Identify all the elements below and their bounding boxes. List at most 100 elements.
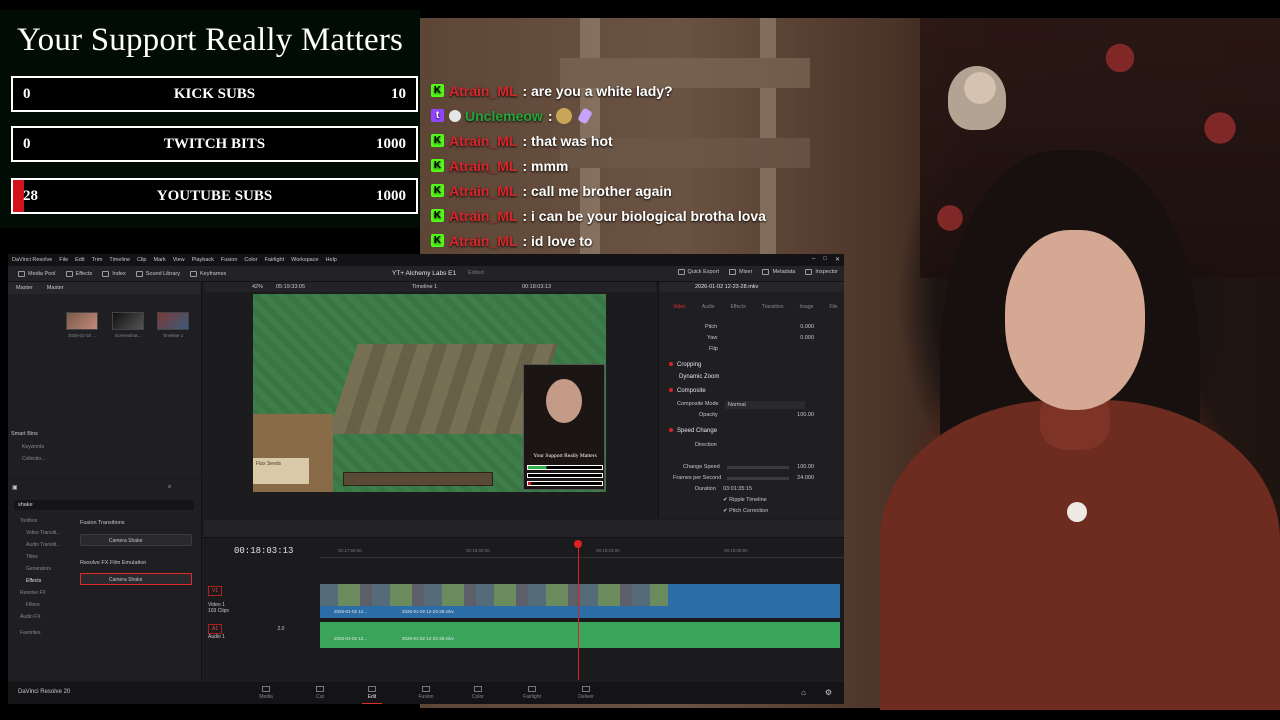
timeline-name[interactable]: Timeline 1 <box>412 284 437 290</box>
tab-transition[interactable]: Transition <box>762 304 784 310</box>
menu-mark[interactable]: Mark <box>154 257 166 263</box>
goal-max: 1000 <box>376 136 406 152</box>
menu-workspace[interactable]: Workspace <box>291 257 318 263</box>
playhead[interactable] <box>578 542 579 680</box>
fx-nav-audio-transitions[interactable]: Audio Transiti... <box>26 542 60 548</box>
minimize-icon[interactable]: – <box>812 256 815 263</box>
settings-gear-icon[interactable]: ⚙ <box>825 688 832 697</box>
tab-audio[interactable]: Audio <box>702 304 715 310</box>
media-pool-button[interactable]: Media Pool <box>18 270 56 277</box>
yaw-value[interactable]: 0.000 <box>800 335 814 341</box>
keyframes-button[interactable]: Keyframes <box>189 270 226 277</box>
fx-nav-effects[interactable]: Effects <box>26 578 41 584</box>
search-icon[interactable]: ⌕ <box>168 484 171 491</box>
bin-master[interactable]: Master <box>16 285 33 291</box>
fx-nav-toolbox[interactable]: Toolbox <box>20 518 37 524</box>
clip-thumbnail[interactable] <box>66 312 98 330</box>
effects-search-input[interactable] <box>14 500 194 510</box>
fusion-transitions-category[interactable]: Fusion Transitions <box>80 520 125 526</box>
page-cut[interactable]: Cut <box>300 686 340 700</box>
film-emulation-category[interactable]: Resolve FX Film Emulation <box>80 560 146 566</box>
audio-track-a1[interactable]: 2026-01-02 12... 2026-01-02 12-23-28.mkv <box>320 622 840 648</box>
viewer-zoom[interactable]: 42% <box>252 284 263 290</box>
menu-color[interactable]: Color <box>244 257 257 263</box>
bin-master-tab[interactable]: Master <box>47 285 64 291</box>
change-speed-slider[interactable] <box>727 466 789 469</box>
goal-label: TWITCH BITS <box>163 136 266 152</box>
camera-shake-effect[interactable]: Camera Shake <box>80 573 192 585</box>
page-color[interactable]: Color <box>458 686 498 700</box>
index-button[interactable]: Index <box>102 270 126 277</box>
clip-thumbnail[interactable] <box>112 312 144 330</box>
metadata-button[interactable]: Metadata <box>762 269 795 275</box>
fx-nav-resolve-fx[interactable]: Resolve FX <box>20 590 46 596</box>
sound-library-button[interactable]: Sound Library <box>135 270 180 277</box>
page-media[interactable]: Media <box>246 686 286 700</box>
page-edit[interactable]: Edit <box>352 686 392 704</box>
edit-page-icon <box>368 686 376 692</box>
video-clip-thumbnails[interactable] <box>320 584 668 606</box>
fps-value[interactable]: 24.000 <box>797 475 814 481</box>
menu-help[interactable]: Help <box>326 257 337 263</box>
video-viewer[interactable]: Flax Seeds Your Support Really Matters <box>253 294 606 492</box>
menu-timeline[interactable]: Timeline <box>109 257 130 263</box>
pitch-correction-checkbox[interactable]: ✔ Pitch Correction <box>723 508 768 514</box>
tab-image[interactable]: Image <box>799 304 813 310</box>
pitch-value[interactable]: 0.000 <box>800 324 814 330</box>
a1-tag[interactable]: A1 <box>208 624 223 634</box>
opacity-label: Opacity <box>699 412 718 418</box>
speed-change-section[interactable]: Speed Change <box>669 428 717 434</box>
menu-playback[interactable]: Playback <box>192 257 214 263</box>
menu-trim[interactable]: Trim <box>92 257 103 263</box>
media-pool-label: Media Pool <box>28 270 56 277</box>
menu-clip[interactable]: Clip <box>137 257 146 263</box>
menu-file[interactable]: File <box>59 257 68 263</box>
page-deliver[interactable]: Deliver <box>566 686 606 700</box>
fx-nav-generators[interactable]: Generators <box>26 566 51 572</box>
tab-video[interactable]: Video <box>673 304 686 310</box>
ripple-timeline-checkbox[interactable]: ✔ Ripple Timeline <box>723 497 767 503</box>
effects-button[interactable]: Effects <box>65 270 92 277</box>
fx-nav-favorites[interactable]: Favorites <box>20 630 41 636</box>
panel-toggle-icon[interactable]: ▣ <box>12 484 18 491</box>
dynamic-zoom-section[interactable]: Dynamic Zoom <box>679 374 719 380</box>
home-icon[interactable]: ⌂ <box>801 688 806 697</box>
page-fusion[interactable]: Fusion <box>406 686 446 700</box>
v1-tag[interactable]: V1 <box>208 586 223 596</box>
maximize-icon[interactable]: □ <box>823 256 827 263</box>
timeline-ruler[interactable]: 00:17:56:00 00:18:00:00 00:18:04:00 00:1… <box>320 542 844 558</box>
page-label: Color <box>472 694 484 700</box>
composite-mode-select[interactable]: Normal <box>725 401 805 409</box>
menu-fairlight[interactable]: Fairlight <box>265 257 285 263</box>
tab-file[interactable]: File <box>829 304 837 310</box>
fx-nav-audio-fx[interactable]: Audio FX <box>20 614 41 620</box>
composite-section[interactable]: Composite <box>669 388 706 394</box>
close-icon[interactable]: ✕ <box>835 256 840 263</box>
chat-text: : mmm <box>522 157 569 174</box>
timeline-thumbnail[interactable] <box>157 312 189 330</box>
inspector-button[interactable]: Inspector <box>805 269 838 275</box>
menu-edit[interactable]: Edit <box>75 257 84 263</box>
playhead-handle[interactable] <box>574 540 582 548</box>
tab-effects[interactable]: Effects <box>731 304 746 310</box>
cropping-section[interactable]: Cropping <box>669 362 701 368</box>
fx-nav-filters[interactable]: Filters <box>26 602 40 608</box>
opacity-value[interactable]: 100.00 <box>797 412 814 418</box>
quick-export-button[interactable]: Quick Export <box>677 269 719 275</box>
page-fairlight[interactable]: Fairlight <box>512 686 552 700</box>
menu-app[interactable]: DaVinci Resolve <box>12 257 52 263</box>
video-track-v1[interactable]: 2026-01-02 12... 2026-01-02 12-23-28.mkv <box>320 584 840 618</box>
menu-fusion[interactable]: Fusion <box>221 257 238 263</box>
camera-shake-transition[interactable]: Camera Shake <box>80 534 192 546</box>
smart-bin-collections[interactable]: Collectio... <box>22 456 45 462</box>
page-label: Fairlight <box>523 694 541 700</box>
change-speed-value[interactable]: 100.00 <box>797 464 814 470</box>
fps-slider[interactable] <box>727 477 789 480</box>
audio-clip-label: 2026-01-02 12-23-28.mkv <box>402 636 454 641</box>
fx-nav-video-transitions[interactable]: Video Transiti... <box>26 530 60 536</box>
media-pool-icon <box>18 270 25 277</box>
fx-nav-titles[interactable]: Titles <box>26 554 38 560</box>
smart-bin-keywords[interactable]: Keywords <box>22 444 44 450</box>
mixer-button[interactable]: Mixer <box>728 269 752 275</box>
menu-view[interactable]: View <box>173 257 185 263</box>
